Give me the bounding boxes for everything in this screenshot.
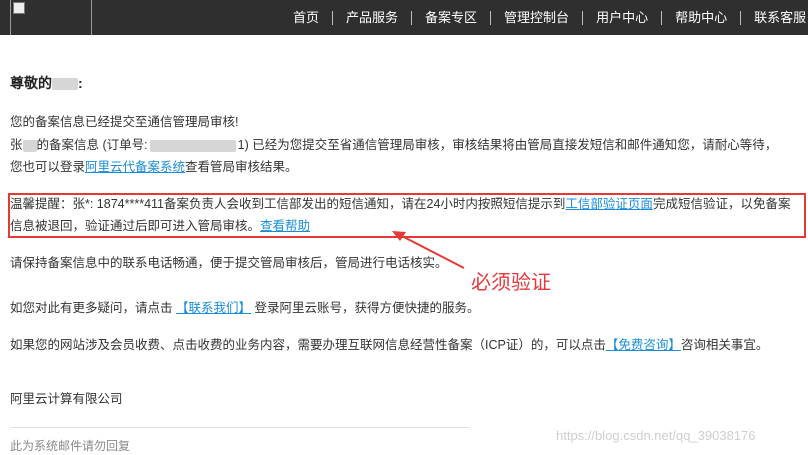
system-mail-note: 此为系统邮件请勿回复 [10,439,131,453]
contact-line: 如您对此有更多疑问，请点击 【联系我们】 登录阿里云账号，获得方便快捷的服务。 [10,301,480,315]
nav-item-home[interactable]: 首页 [280,0,332,35]
footer-divider [10,427,470,428]
masked-name [52,78,78,91]
main-nav: 首页 产品服务 备案专区 管理控制台 用户中心 帮助中心 联系客服 [280,0,808,35]
nav-item-user-center[interactable]: 用户中心 [583,0,661,35]
icp-license-line: 如果您的网站涉及会员收费、点击收费的业务内容，需要办理互联网信息经营性备案（IC… [10,338,769,352]
contact-us-link[interactable]: 【联系我们】 [176,301,251,315]
nav-item-contact-service[interactable]: 联系客服 [741,0,808,35]
must-verify-annotation: 必须验证 [471,272,551,294]
nav-item-help-center[interactable]: 帮助中心 [662,0,740,35]
greeting-colon: : [78,75,83,91]
free-consult-link[interactable]: 【免费咨询】 [606,338,681,352]
greeting-text: 尊敬的 [10,75,52,91]
top-navigation-bar: 首页 产品服务 备案专区 管理控制台 用户中心 帮助中心 联系客服 [0,0,808,35]
login-hint-line: 您也可以登录阿里云代备案系统查看管局审核结果。 [10,160,298,174]
company-signature: 阿里云计算有限公司 [10,392,123,406]
annotation-arrow-icon [392,231,465,269]
blog-watermark: https://blog.csdn.net/qq_39038176 [556,428,756,443]
masked-name [22,139,37,152]
nav-item-icp[interactable]: 备案专区 [412,0,490,35]
phone-reminder: 请保持备案信息中的联系电话畅通，便于提交管局审核后，管局进行电话核实。 [10,256,448,270]
greeting-line: 尊敬的: [10,73,83,94]
masked-order-number [149,139,236,152]
nav-item-products[interactable]: 产品服务 [333,0,411,35]
order-info-line: 张的备案信息 (订单号: 1) 已经为您提交至省通信管理局审核，审核结果将由管局直… [10,138,778,152]
proxy-filing-system-link[interactable]: 阿里云代备案系统 [85,160,185,174]
nav-item-console[interactable]: 管理控制台 [491,0,582,35]
submit-notice: 您的备案信息已经提交至通信管理局审核! [10,115,239,129]
broken-logo-image[interactable] [10,0,92,35]
